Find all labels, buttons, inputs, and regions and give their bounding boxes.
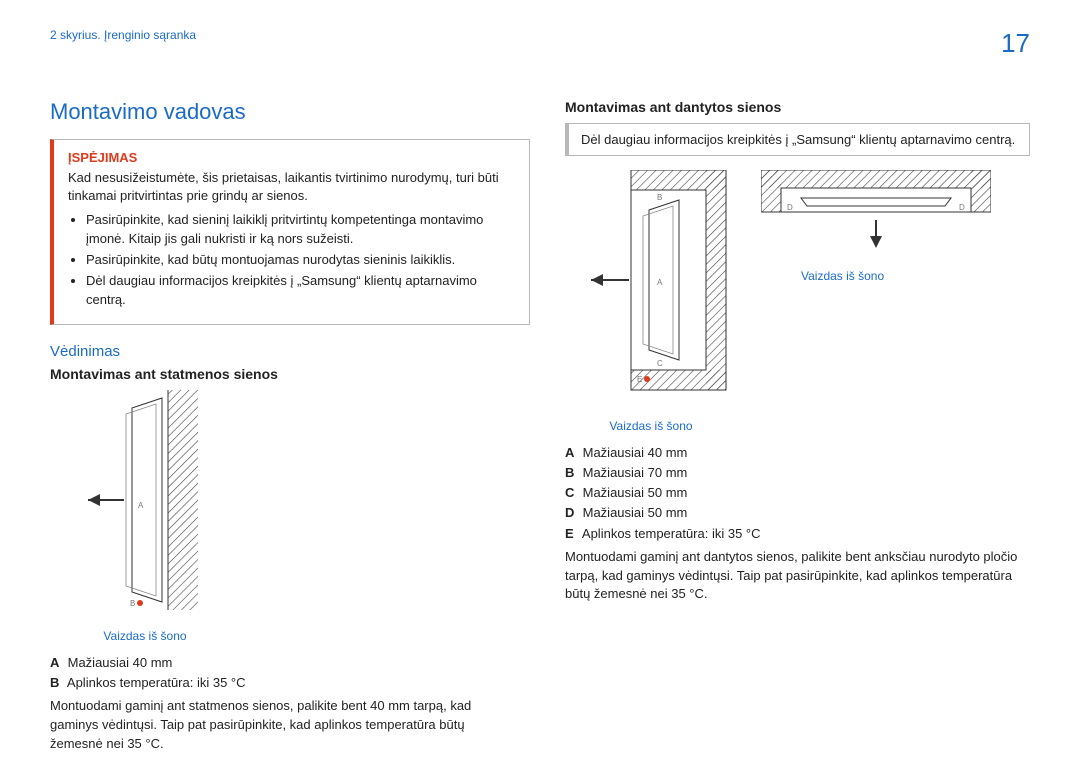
legend-val: Mažiausiai 50 mm bbox=[583, 505, 688, 520]
legend-row: C Mažiausiai 50 mm bbox=[565, 483, 1030, 503]
paragraph-perpendicular: Montuodami gaminį ant statmenos sienos, … bbox=[50, 697, 515, 754]
section-heading-indented: Montavimas ant dantytos sienos bbox=[565, 99, 1030, 115]
svg-text:A: A bbox=[657, 278, 663, 287]
legend-perpendicular: A Mažiausiai 40 mm B Aplinkos temperatūr… bbox=[50, 653, 515, 693]
warning-list: Pasirūpinkite, kad sieninį laikiklį prit… bbox=[68, 211, 515, 309]
figure-indented-top: D D Vaizdas iš šono bbox=[761, 170, 1031, 283]
page-title: Montavimo vadovas bbox=[50, 99, 515, 125]
legend-key: A bbox=[565, 443, 579, 463]
ventilation-heading: Vėdinimas bbox=[50, 343, 515, 360]
svg-text:B: B bbox=[657, 193, 662, 202]
legend-row: B Mažiausiai 70 mm bbox=[565, 463, 1030, 483]
figure-indented-svg: B A C E bbox=[571, 170, 731, 410]
legend-indented: A Mažiausiai 40 mm B Mažiausiai 70 mm C … bbox=[565, 443, 1030, 544]
legend-key: B bbox=[565, 463, 579, 483]
svg-text:B: B bbox=[130, 599, 135, 608]
paragraph-indented: Montuodami gaminį ant dantytos sienos, p… bbox=[565, 548, 1030, 605]
legend-row: A Mažiausiai 40 mm bbox=[565, 443, 1030, 463]
legend-val: Aplinkos temperatūra: iki 35 °C bbox=[582, 526, 761, 541]
page: 2 skyrius. Įrenginio sąranka 17 Montavim… bbox=[0, 0, 1080, 783]
side-view-label: Vaizdas iš šono bbox=[70, 629, 220, 643]
svg-text:D: D bbox=[959, 203, 965, 212]
legend-key: A bbox=[50, 653, 64, 673]
legend-key: B bbox=[50, 673, 64, 693]
legend-row: A Mažiausiai 40 mm bbox=[50, 653, 515, 673]
svg-text:A: A bbox=[138, 501, 144, 510]
legend-key: D bbox=[565, 503, 579, 523]
legend-key: C bbox=[565, 483, 579, 503]
legend-val: Mažiausiai 40 mm bbox=[68, 655, 173, 670]
section-heading-perpendicular: Montavimas ant statmenos sienos bbox=[50, 366, 515, 382]
top-bar: 2 skyrius. Įrenginio sąranka 17 bbox=[50, 28, 1030, 59]
svg-text:D: D bbox=[787, 203, 793, 212]
side-view-label: Vaizdas iš šono bbox=[571, 419, 731, 433]
svg-text:C: C bbox=[657, 359, 663, 368]
legend-row: B Aplinkos temperatūra: iki 35 °C bbox=[50, 673, 515, 693]
page-number: 17 bbox=[1001, 28, 1030, 59]
legend-row: D Mažiausiai 50 mm bbox=[565, 503, 1030, 523]
legend-row: E Aplinkos temperatūra: iki 35 °C bbox=[565, 524, 1030, 544]
left-column: Montavimo vadovas ĮSPĖJIMAS Kad nesusiže… bbox=[50, 99, 515, 753]
info-box: Dėl daugiau informacijos kreipkitės į „S… bbox=[565, 123, 1030, 156]
figure-indented-main: B A C E Vaizdas iš šono bbox=[571, 170, 731, 433]
legend-val: Aplinkos temperatūra: iki 35 °C bbox=[67, 675, 246, 690]
legend-key: E bbox=[565, 524, 579, 544]
side-view-label: Vaizdas iš šono bbox=[801, 269, 1031, 283]
warning-box: ĮSPĖJIMAS Kad nesusižeistumėte, šis prie… bbox=[50, 139, 530, 325]
chapter-label: 2 skyrius. Įrenginio sąranka bbox=[50, 28, 196, 42]
columns: Montavimo vadovas ĮSPĖJIMAS Kad nesusiže… bbox=[50, 99, 1030, 753]
figure-perpendicular-svg: A B bbox=[70, 390, 220, 620]
figure-top-svg: D D bbox=[761, 170, 991, 260]
warning-title: ĮSPĖJIMAS bbox=[68, 150, 515, 165]
legend-val: Mažiausiai 40 mm bbox=[583, 445, 688, 460]
svg-text:E: E bbox=[637, 375, 642, 384]
legend-val: Mažiausiai 70 mm bbox=[583, 465, 688, 480]
warning-lead: Kad nesusižeistumėte, šis prietaisas, la… bbox=[68, 169, 515, 205]
warning-bullet: Dėl daugiau informacijos kreipkitės į „S… bbox=[86, 272, 515, 310]
legend-val: Mažiausiai 50 mm bbox=[583, 485, 688, 500]
warning-bullet: Pasirūpinkite, kad sieninį laikiklį prit… bbox=[86, 211, 515, 249]
right-column: Montavimas ant dantytos sienos Dėl daugi… bbox=[565, 99, 1030, 753]
figure-perpendicular-wall: A B Vaizdas iš šono bbox=[70, 390, 515, 643]
figure-indented-wall: B A C E Vaizdas iš šono bbox=[571, 170, 1030, 433]
warning-bullet: Pasirūpinkite, kad būtų montuojamas nuro… bbox=[86, 251, 515, 270]
